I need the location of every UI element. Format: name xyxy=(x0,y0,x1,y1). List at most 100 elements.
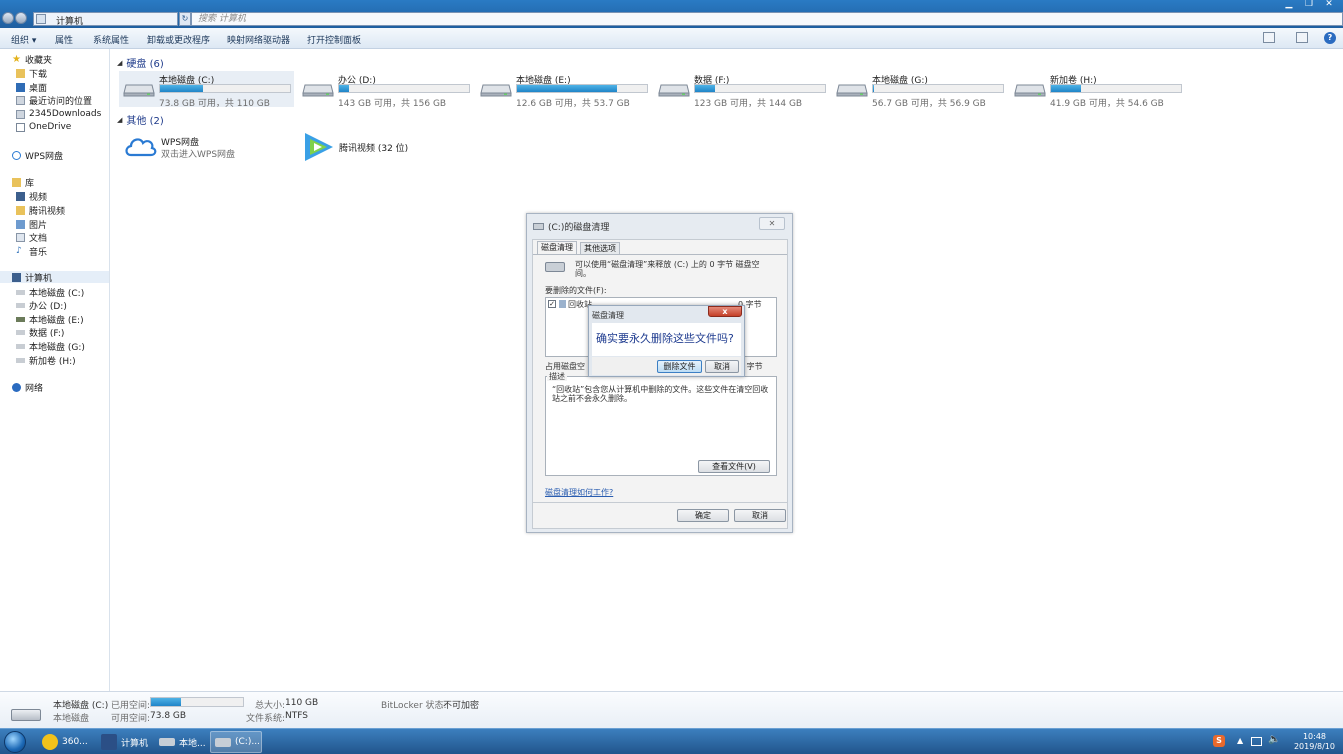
documents-icon xyxy=(16,232,25,242)
sidebar-item-drive-c[interactable]: 本地磁盘 (C:) xyxy=(16,286,84,299)
sidebar-item-music[interactable]: ♪ 音乐 xyxy=(16,245,47,258)
group-header-disks[interactable]: ◢ 硬盘 (6) xyxy=(117,55,164,71)
collapse-icon: ◢ xyxy=(117,115,123,124)
taskbar-item-local-disk[interactable]: 本地... xyxy=(155,731,207,753)
dialog-body: 磁盘清理 其他选项 可以使用“磁盘清理”来释放 (C:) 上的 0 字节 磁盘空… xyxy=(532,239,788,529)
drive-icon xyxy=(16,302,25,308)
drive-tile[interactable]: 本地磁盘 (G:) 56.7 GB 可用，共 56.9 GB xyxy=(832,71,1007,109)
forward-button[interactable] xyxy=(15,12,27,24)
sidebar-item-drive-f[interactable]: 数据 (F:) xyxy=(16,326,64,339)
taskbar-item-360[interactable]: 360... xyxy=(38,731,93,753)
drive-icon xyxy=(16,329,25,335)
sidebar-item-drive-e[interactable]: 本地磁盘 (E:) xyxy=(16,313,84,326)
properties-button[interactable]: 属性 xyxy=(55,33,73,46)
taskbar-item-disk-cleanup[interactable]: (C:)... xyxy=(210,731,262,753)
help-icon[interactable]: ? xyxy=(1324,32,1336,44)
sidebar-item-recent-places[interactable]: 最近访问的位置 xyxy=(16,94,92,107)
drive-tile[interactable]: 新加卷 (H:) 41.9 GB 可用，共 54.6 GB xyxy=(1010,71,1185,109)
onedrive-icon xyxy=(16,122,25,132)
taskbar-item-computer[interactable]: 计算机 xyxy=(97,731,152,753)
refresh-icon[interactable]: ↻ xyxy=(179,12,191,26)
dialog-title: 磁盘清理 xyxy=(592,311,624,320)
navigation-pane: ★ 收藏夹 下载 桌面 最近访问的位置 2345Downloads OneDri… xyxy=(0,49,110,691)
music-icon: ♪ xyxy=(16,245,22,256)
title-bar: 计算机 ↻ 搜索 计算机 ▁ ❐ ✕ xyxy=(0,0,1343,28)
delete-files-button[interactable]: 删除文件 xyxy=(657,360,702,373)
drive-tile[interactable]: 办公 (D:) 143 GB 可用，共 156 GB xyxy=(298,71,473,109)
open-control-panel-button[interactable]: 打开控制面板 xyxy=(307,33,361,46)
system-properties-button[interactable]: 系统属性 xyxy=(93,33,129,46)
drive-tile[interactable]: 本地磁盘 (C:) 73.8 GB 可用，共 110 GB xyxy=(119,71,294,109)
description-box: “回收站”包含您从计算机中删除的文件。这些文件在清空回收站之前不会永久删除。 查… xyxy=(545,376,777,476)
sidebar-item-onedrive[interactable]: OneDrive xyxy=(16,121,71,133)
back-button[interactable] xyxy=(2,12,14,24)
sidebar-item-documents[interactable]: 文档 xyxy=(16,231,47,244)
tencent-video-item[interactable]: 腾讯视频 (32 位) xyxy=(299,129,474,165)
view-files-button[interactable]: 查看文件(V) xyxy=(698,460,770,473)
pictures-icon xyxy=(16,219,25,229)
organize-menu[interactable]: 组织 ▾ xyxy=(11,33,36,46)
sogou-input-icon[interactable]: S xyxy=(1213,735,1225,747)
capacity-bar xyxy=(516,84,648,93)
sidebar-item-downloads[interactable]: 下载 xyxy=(16,67,47,80)
detail-drive-type: 本地磁盘 xyxy=(53,714,90,724)
download-folder-icon xyxy=(16,68,25,78)
view-options-icon[interactable] xyxy=(1263,32,1275,43)
cancel-button[interactable]: 取消 xyxy=(705,360,739,373)
start-button[interactable] xyxy=(4,731,26,753)
how-it-works-link[interactable]: 磁盘清理如何工作? xyxy=(545,488,613,497)
capacity-bar xyxy=(159,84,291,93)
group-header-others[interactable]: ◢ 其他 (2) xyxy=(117,112,164,128)
detail-used-label: 已用空间: xyxy=(111,701,151,711)
close-button[interactable]: ✕ xyxy=(1319,0,1339,10)
close-button[interactable]: x xyxy=(708,306,742,317)
map-network-drive-button[interactable]: 映射网络驱动器 xyxy=(227,33,290,46)
sidebar-item-computer[interactable]: 计算机 xyxy=(0,271,109,284)
sidebar-item-network[interactable]: 网络 xyxy=(12,381,43,394)
drive-tile[interactable]: 数据 (F:) 123 GB 可用，共 144 GB xyxy=(654,71,829,109)
sidebar-item-drive-g[interactable]: 本地磁盘 (G:) xyxy=(16,340,85,353)
close-button[interactable]: ✕ xyxy=(759,217,785,230)
drive-tile[interactable]: 本地磁盘 (E:) 12.6 GB 可用，共 53.7 GB xyxy=(476,71,651,109)
wps-cloud-item[interactable]: WPS网盘 双击进入WPS网盘 xyxy=(121,129,296,165)
capacity-bar xyxy=(872,84,1004,93)
sidebar-item-desktop[interactable]: 桌面 xyxy=(16,81,47,94)
confirm-message: 确实要永久删除这些文件吗? xyxy=(596,332,734,345)
breadcrumb[interactable]: 计算机 xyxy=(56,14,83,27)
cloud-icon xyxy=(12,150,21,160)
cancel-button[interactable]: 取消 xyxy=(734,509,786,522)
restore-button[interactable]: ❐ xyxy=(1299,0,1319,10)
address-bar[interactable]: 计算机 xyxy=(33,12,178,27)
window-controls: ▁ ❐ ✕ xyxy=(1279,0,1339,10)
sidebar-item-wps-cloud[interactable]: WPS网盘 xyxy=(12,149,63,162)
sidebar-item-pictures[interactable]: 图片 xyxy=(16,218,47,231)
sidebar-item-drive-h[interactable]: 新加卷 (H:) xyxy=(16,354,76,367)
show-hidden-icons-icon[interactable]: ▲ xyxy=(1237,736,1243,745)
search-input[interactable]: 搜索 计算机 xyxy=(191,12,1343,26)
volume-icon[interactable]: 🔈 xyxy=(1268,734,1280,745)
capacity-bar xyxy=(338,84,470,93)
sidebar-item-tencent-video[interactable]: 腾讯视频 xyxy=(16,204,65,217)
ok-button[interactable]: 确定 xyxy=(677,509,729,522)
detail-capacity-bar xyxy=(150,697,244,707)
preview-pane-icon[interactable] xyxy=(1296,32,1308,43)
sidebar-item-drive-d[interactable]: 办公 (D:) xyxy=(16,299,67,312)
checkbox[interactable]: ✓ xyxy=(548,300,556,308)
sidebar-item-favorites[interactable]: ★ 收藏夹 xyxy=(12,53,52,66)
sidebar-item-2345downloads[interactable]: 2345Downloads xyxy=(16,108,101,120)
confirm-delete-dialog: 磁盘清理 x 确实要永久删除这些文件吗? 删除文件 取消 xyxy=(588,305,745,377)
network-icon[interactable] xyxy=(1251,737,1262,746)
tab-more-options[interactable]: 其他选项 xyxy=(580,242,620,254)
clock-date: 2019/8/10 xyxy=(1293,742,1335,751)
minimize-button[interactable]: ▁ xyxy=(1279,0,1299,10)
tab-disk-cleanup[interactable]: 磁盘清理 xyxy=(537,241,577,254)
hard-drive-icon xyxy=(123,81,155,97)
sidebar-item-videos[interactable]: 视频 xyxy=(16,190,47,203)
sidebar-item-library[interactable]: 库 xyxy=(12,176,34,189)
cleanup-intro: 可以使用“磁盘清理”来释放 (C:) 上的 0 字节 磁盘空间。 xyxy=(575,260,760,278)
clock[interactable]: 10:48 2019/8/10 xyxy=(1294,732,1335,752)
capacity-bar xyxy=(694,84,826,93)
uninstall-program-button[interactable]: 卸载或更改程序 xyxy=(147,33,210,46)
capacity-bar xyxy=(1050,84,1182,93)
dialog-title: (C:)的磁盘清理 xyxy=(533,220,609,233)
